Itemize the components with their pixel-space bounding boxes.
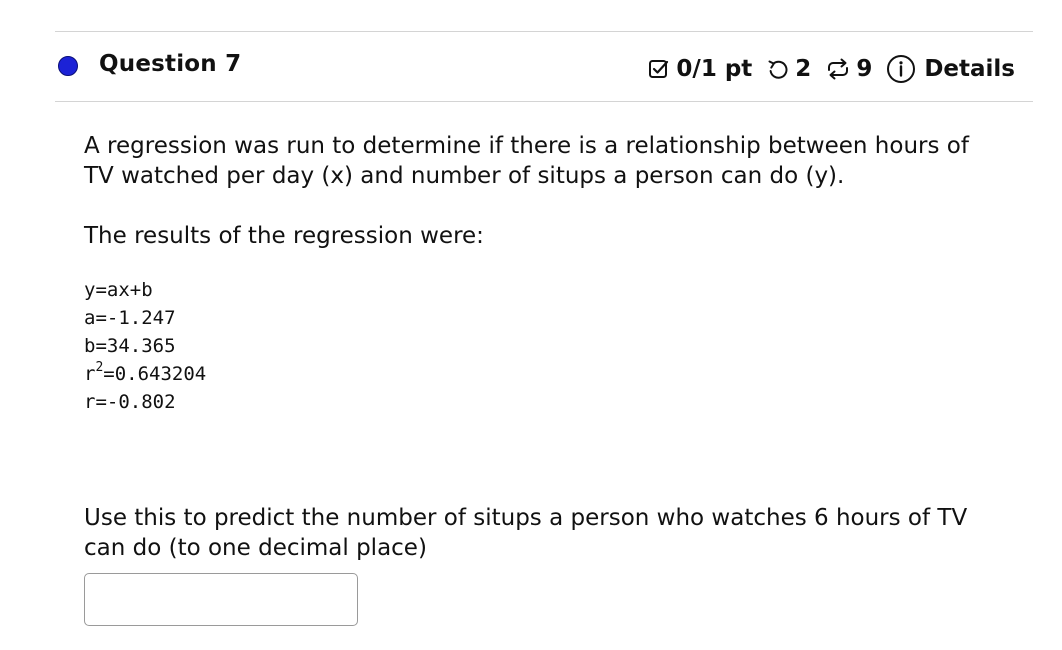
result-r: r=-0.802 xyxy=(84,391,176,413)
question-status-dot xyxy=(58,56,78,76)
checkbox-icon xyxy=(647,57,671,81)
header-divider xyxy=(55,101,1033,102)
question-meta: 0/1 pt 2 9 Details xyxy=(647,54,1015,84)
question-title: Question 7 xyxy=(99,51,242,77)
answer-input[interactable] xyxy=(84,573,358,626)
result-b: b=34.365 xyxy=(84,335,176,357)
top-divider xyxy=(55,31,1033,32)
attempts-indicator: 2 xyxy=(766,56,811,82)
result-r-squared: r2=0.643204 xyxy=(84,360,206,388)
results-label: The results of the regression were: xyxy=(84,223,484,249)
undo-icon xyxy=(766,57,790,81)
attempts-count: 2 xyxy=(795,56,812,82)
retries-indicator: 9 xyxy=(825,56,872,82)
score-text: 0/1 pt xyxy=(676,56,753,82)
retries-count: 9 xyxy=(856,56,873,82)
r2-value: =0.643204 xyxy=(103,363,207,385)
question-prompt: A regression was run to determine if the… xyxy=(84,133,969,189)
question-header: Question 7 0/1 pt 2 9 Details xyxy=(55,48,1015,88)
result-equation: y=ax+b xyxy=(84,279,153,301)
details-button[interactable]: Details xyxy=(886,54,1015,84)
score-indicator: 0/1 pt xyxy=(647,56,752,82)
r2-exponent: 2 xyxy=(95,359,104,375)
question-task: Use this to predict the number of situps… xyxy=(84,505,968,561)
result-a: a=-1.247 xyxy=(84,307,176,329)
retry-icon xyxy=(825,57,851,81)
info-icon xyxy=(886,54,916,84)
r2-base: r xyxy=(84,363,96,385)
details-label: Details xyxy=(924,56,1015,82)
regression-results: y=ax+b a=-1.247 b=34.365 r2=0.643204 r=-… xyxy=(84,276,206,416)
